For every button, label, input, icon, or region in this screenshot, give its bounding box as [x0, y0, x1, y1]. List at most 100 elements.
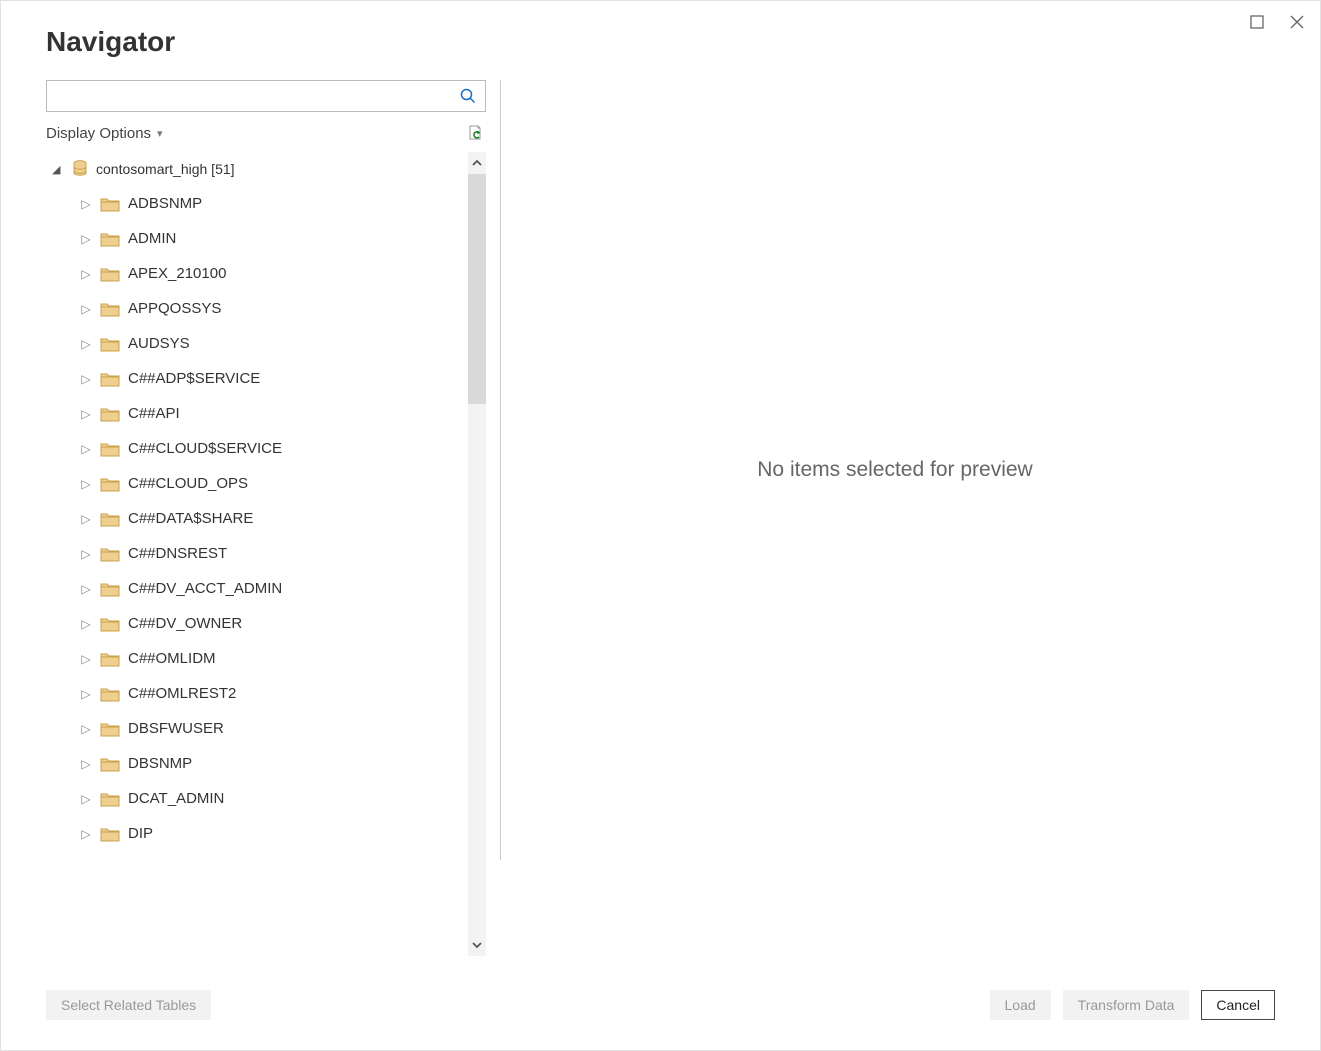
tree-item[interactable]: ▷ C##CLOUD_OPS — [62, 466, 468, 501]
tree-item-label: DCAT_ADMIN — [128, 790, 224, 807]
tree-item[interactable]: ▷ C##ADP$SERVICE — [62, 361, 468, 396]
tree-item-label: C##ADP$SERVICE — [128, 370, 260, 387]
folder-icon — [100, 686, 120, 702]
folder-icon — [100, 371, 120, 387]
expand-icon[interactable]: ▷ — [80, 232, 92, 246]
expand-icon[interactable]: ▷ — [80, 722, 92, 736]
tree-item-label: DBSFWUSER — [128, 720, 224, 737]
folder-icon — [100, 581, 120, 597]
tree-item[interactable]: ▷ APPQOSSYS — [62, 291, 468, 326]
navigator-tree: ◢ contosomart_high [51] — [46, 152, 468, 956]
tree-item[interactable]: ▷ C##DV_ACCT_ADMIN — [62, 571, 468, 606]
refresh-icon[interactable] — [464, 122, 486, 144]
tree-item[interactable]: ▷ DIP — [62, 816, 468, 851]
expand-icon[interactable]: ▷ — [80, 687, 92, 701]
tree-item-label: AUDSYS — [128, 335, 190, 352]
folder-icon — [100, 546, 120, 562]
expand-icon[interactable]: ▷ — [80, 547, 92, 561]
expand-icon[interactable]: ▷ — [80, 792, 92, 806]
folder-icon — [100, 231, 120, 247]
database-icon — [72, 160, 88, 178]
tree-item[interactable]: ▷ APEX_210100 — [62, 256, 468, 291]
expand-icon[interactable]: ▷ — [80, 302, 92, 316]
scroll-down-icon[interactable] — [468, 934, 486, 956]
scrollbar[interactable] — [468, 152, 486, 956]
tree-item-label: C##DNSREST — [128, 545, 227, 562]
tree-item[interactable]: ▷ C##DATA$SHARE — [62, 501, 468, 536]
select-related-tables-button: Select Related Tables — [46, 990, 211, 1020]
tree-item[interactable]: ▷ ADBSNMP — [62, 186, 468, 221]
folder-icon — [100, 441, 120, 457]
tree-root[interactable]: ◢ contosomart_high [51] — [52, 152, 468, 186]
tree-item-label: APEX_210100 — [128, 265, 226, 282]
tree-item-label: DBSNMP — [128, 755, 192, 772]
tree-item-label: C##OMLREST2 — [128, 685, 236, 702]
expand-icon[interactable]: ▷ — [80, 512, 92, 526]
expand-icon[interactable]: ▷ — [80, 442, 92, 456]
expand-icon[interactable]: ▷ — [80, 372, 92, 386]
folder-icon — [100, 756, 120, 772]
tree-item[interactable]: ▷ C##DV_OWNER — [62, 606, 468, 641]
search-input[interactable] — [47, 81, 451, 111]
tree-item[interactable]: ▷ DCAT_ADMIN — [62, 781, 468, 816]
tree-item-label: C##CLOUD_OPS — [128, 475, 248, 492]
preview-pane: No items selected for preview — [515, 80, 1275, 860]
folder-icon — [100, 721, 120, 737]
scroll-track[interactable] — [468, 174, 486, 934]
display-options-label: Display Options — [46, 125, 151, 142]
tree-item[interactable]: ▷ C##OMLIDM — [62, 641, 468, 676]
expand-icon[interactable]: ▷ — [80, 652, 92, 666]
chevron-down-icon: ▾ — [157, 127, 163, 140]
collapse-icon[interactable]: ◢ — [52, 163, 64, 176]
expand-icon[interactable]: ▷ — [80, 582, 92, 596]
tree-item-label: C##DATA$SHARE — [128, 510, 253, 527]
display-options-dropdown[interactable]: Display Options ▾ — [46, 125, 163, 142]
tree-item[interactable]: ▷ AUDSYS — [62, 326, 468, 361]
transform-data-button: Transform Data — [1063, 990, 1190, 1020]
tree-item-label: ADBSNMP — [128, 195, 202, 212]
folder-icon — [100, 406, 120, 422]
tree-item-label: C##DV_ACCT_ADMIN — [128, 580, 282, 597]
search-box[interactable] — [46, 80, 486, 112]
tree-item[interactable]: ▷ DBSFWUSER — [62, 711, 468, 746]
expand-icon[interactable]: ▷ — [80, 477, 92, 491]
folder-icon — [100, 791, 120, 807]
tree-item-label: ADMIN — [128, 230, 176, 247]
folder-icon — [100, 651, 120, 667]
tree-item-label: DIP — [128, 825, 153, 842]
tree-item[interactable]: ▷ ADMIN — [62, 221, 468, 256]
navigator-window: Navigator Display Options ▾ — [0, 0, 1321, 1051]
tree-item[interactable]: ▷ C##DNSREST — [62, 536, 468, 571]
folder-icon — [100, 196, 120, 212]
scroll-thumb[interactable] — [468, 174, 486, 404]
expand-icon[interactable]: ▷ — [80, 407, 92, 421]
scroll-up-icon[interactable] — [468, 152, 486, 174]
tree-item[interactable]: ▷ C##CLOUD$SERVICE — [62, 431, 468, 466]
expand-icon[interactable]: ▷ — [80, 827, 92, 841]
expand-icon[interactable]: ▷ — [80, 757, 92, 771]
tree-item[interactable]: ▷ DBSNMP — [62, 746, 468, 781]
load-button: Load — [990, 990, 1051, 1020]
search-icon[interactable] — [451, 88, 485, 104]
tree-item-label: C##OMLIDM — [128, 650, 216, 667]
cancel-button[interactable]: Cancel — [1201, 990, 1275, 1020]
folder-icon — [100, 616, 120, 632]
preview-empty-text: No items selected for preview — [757, 458, 1032, 482]
folder-icon — [100, 336, 120, 352]
expand-icon[interactable]: ▷ — [80, 337, 92, 351]
page-title: Navigator — [46, 26, 1275, 58]
expand-icon[interactable]: ▷ — [80, 617, 92, 631]
tree-item-label: C##API — [128, 405, 180, 422]
tree-item-label: APPQOSSYS — [128, 300, 221, 317]
tree-item-label: C##CLOUD$SERVICE — [128, 440, 282, 457]
tree-root-label: contosomart_high [51] — [96, 161, 235, 177]
expand-icon[interactable]: ▷ — [80, 197, 92, 211]
folder-icon — [100, 511, 120, 527]
expand-icon[interactable]: ▷ — [80, 267, 92, 281]
folder-icon — [100, 826, 120, 842]
tree-item[interactable]: ▷ C##OMLREST2 — [62, 676, 468, 711]
folder-icon — [100, 266, 120, 282]
tree-item-label: C##DV_OWNER — [128, 615, 242, 632]
folder-icon — [100, 476, 120, 492]
tree-item[interactable]: ▷ C##API — [62, 396, 468, 431]
